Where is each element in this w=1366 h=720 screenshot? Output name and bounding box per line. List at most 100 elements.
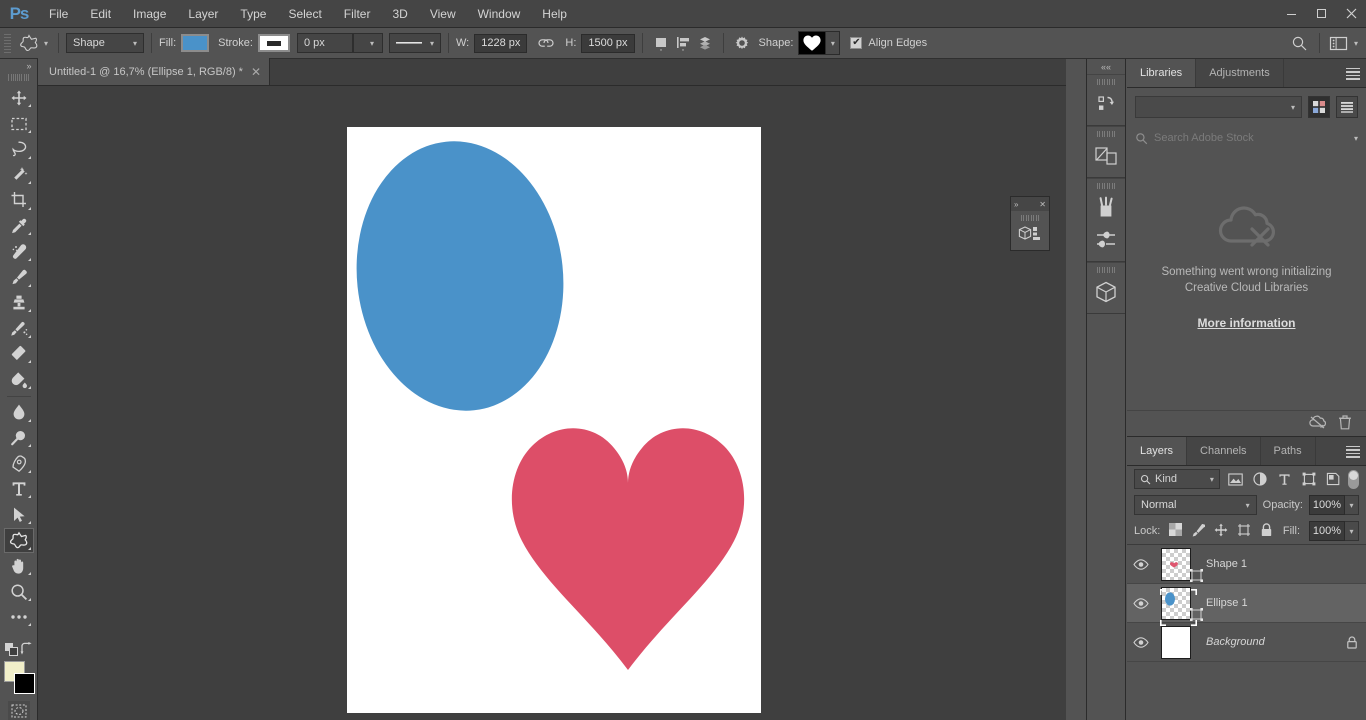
tab-channels[interactable]: Channels [1187,437,1261,465]
height-input[interactable]: 1500 px [581,33,635,53]
horizontal-type-tool[interactable] [4,477,34,502]
dock-grip[interactable] [1097,130,1115,138]
lock-transparent-pixels-icon[interactable] [1169,523,1183,539]
menu-3d[interactable]: 3D [381,0,418,28]
history-panel-icon[interactable] [1089,88,1123,120]
layer-filter-toggle[interactable] [1348,469,1360,489]
stroke-width-field[interactable]: 0 px [296,33,353,53]
options-bar-grip[interactable] [4,32,11,54]
tab-layers[interactable]: Layers [1127,437,1188,465]
blur-tool[interactable] [4,400,34,425]
eyedropper-tool[interactable] [4,214,34,239]
floating-3d-panel[interactable]: » ✕ [1010,196,1050,251]
lock-image-pixels-icon[interactable] [1191,523,1206,540]
shape-picker-chevron-down-icon[interactable]: ▾ [826,31,841,55]
fill-chevron-down-icon[interactable]: ▾ [1345,521,1359,541]
pixel-layer-filter-icon[interactable] [1226,470,1244,489]
menu-filter[interactable]: Filter [333,0,382,28]
clone-stamp-tool[interactable] [4,291,34,316]
pen-tool[interactable] [4,451,34,476]
chevron-down-icon[interactable]: ▾ [1354,134,1358,143]
table-row[interactable]: Ellipse 1 [1127,584,1366,626]
smart-object-filter-icon[interactable] [1324,470,1342,489]
swap-colors-icon[interactable] [20,641,34,658]
tab-adjustments[interactable]: Adjustments [1196,59,1284,87]
grid-view-icon[interactable] [1308,96,1330,118]
close-button[interactable] [1336,0,1366,28]
fill-field[interactable]: 100% ▾ [1309,521,1359,541]
mini-panel-grip[interactable] [1021,214,1039,222]
libraries-panel-menu-icon[interactable] [1346,59,1360,88]
close-icon[interactable]: ✕ [1039,200,1046,209]
toolbar-expand-button[interactable]: » [0,59,38,73]
dock-collapse-button[interactable]: «« [1086,59,1126,74]
list-view-icon[interactable] [1336,96,1358,118]
dock-grip[interactable] [1097,78,1115,86]
3d-panel-icon[interactable] [1089,276,1123,308]
width-input[interactable]: 1228 px [474,33,528,53]
menu-edit[interactable]: Edit [79,0,122,28]
menu-select[interactable]: Select [277,0,332,28]
stroke-color-swatch[interactable] [257,34,290,52]
maximize-button[interactable] [1306,0,1336,28]
lock-all-icon[interactable] [1260,522,1273,540]
rectangular-marquee-tool[interactable] [4,111,34,136]
table-row[interactable]: Shape 1 [1127,545,1366,584]
close-icon[interactable]: ✕ [251,65,261,79]
crop-tool[interactable] [4,188,34,213]
menu-type[interactable]: Type [229,0,277,28]
shape-layer-filter-icon[interactable] [1299,470,1317,489]
brushes-panel-icon[interactable] [1089,192,1123,224]
shape-picker[interactable]: ▾ [798,31,841,55]
menu-window[interactable]: Window [467,0,532,28]
layer-name[interactable]: Ellipse 1 [1198,597,1338,609]
lasso-tool[interactable] [4,137,34,162]
type-layer-filter-icon[interactable] [1275,470,1293,489]
toolbar-grip[interactable] [8,73,29,82]
opacity-field[interactable]: 100% ▾ [1309,495,1359,515]
spot-healing-brush-tool[interactable] [4,239,34,264]
workspace-switcher-icon[interactable] [1328,32,1350,54]
adjustment-layer-filter-icon[interactable] [1250,470,1268,489]
background-lock-icon[interactable] [1338,635,1366,649]
align-edges-checkbox[interactable]: ✔ [850,37,863,49]
dodge-tool[interactable] [4,426,34,451]
adobe-stock-search[interactable]: Search Adobe Stock ▾ [1135,127,1358,149]
document-canvas[interactable] [347,127,761,713]
menu-image[interactable]: Image [122,0,177,28]
lock-artboard-icon[interactable] [1237,523,1251,540]
tab-paths[interactable]: Paths [1261,437,1316,465]
table-row[interactable]: Background [1127,623,1366,662]
eraser-tool[interactable] [4,342,34,367]
background-color-swatch[interactable] [13,672,35,694]
library-select[interactable]: ▾ [1135,96,1302,118]
cloud-off-icon[interactable] [1309,415,1327,432]
menu-layer[interactable]: Layer [177,0,229,28]
brush-tool[interactable] [4,265,34,290]
active-tool-preset[interactable]: ▾ [14,32,51,54]
move-tool[interactable] [4,86,34,111]
gear-icon[interactable] [731,32,753,54]
layer-filter-kind-select[interactable]: Kind ▾ [1134,469,1220,489]
path-alignment-icon[interactable] [672,32,694,54]
layer-name[interactable]: Background [1198,636,1338,648]
search-icon[interactable] [1289,32,1311,54]
magic-wand-tool[interactable] [4,163,34,188]
dock-grip[interactable] [1097,266,1115,274]
stroke-style-select[interactable]: ▾ [388,33,441,53]
dock-grip[interactable] [1097,182,1115,190]
brush-settings-panel-icon[interactable] [1089,224,1123,256]
tool-preset-chevron-down-icon[interactable]: ▾ [44,39,48,48]
opacity-chevron-down-icon[interactable]: ▾ [1345,495,1359,515]
menu-file[interactable]: File [38,0,79,28]
shape-mode-select[interactable]: Shape ▾ [66,33,145,53]
trash-icon[interactable] [1338,414,1352,433]
path-arrangement-icon[interactable] [694,32,716,54]
history-brush-tool[interactable] [4,316,34,341]
edit-toolbar-button[interactable] [4,605,34,630]
layer-thumbnail[interactable] [1154,547,1203,582]
custom-shape-tool[interactable] [3,528,34,553]
gradient-tool[interactable] [4,367,34,392]
tab-libraries[interactable]: Libraries [1127,59,1197,87]
hand-tool[interactable] [4,554,34,579]
